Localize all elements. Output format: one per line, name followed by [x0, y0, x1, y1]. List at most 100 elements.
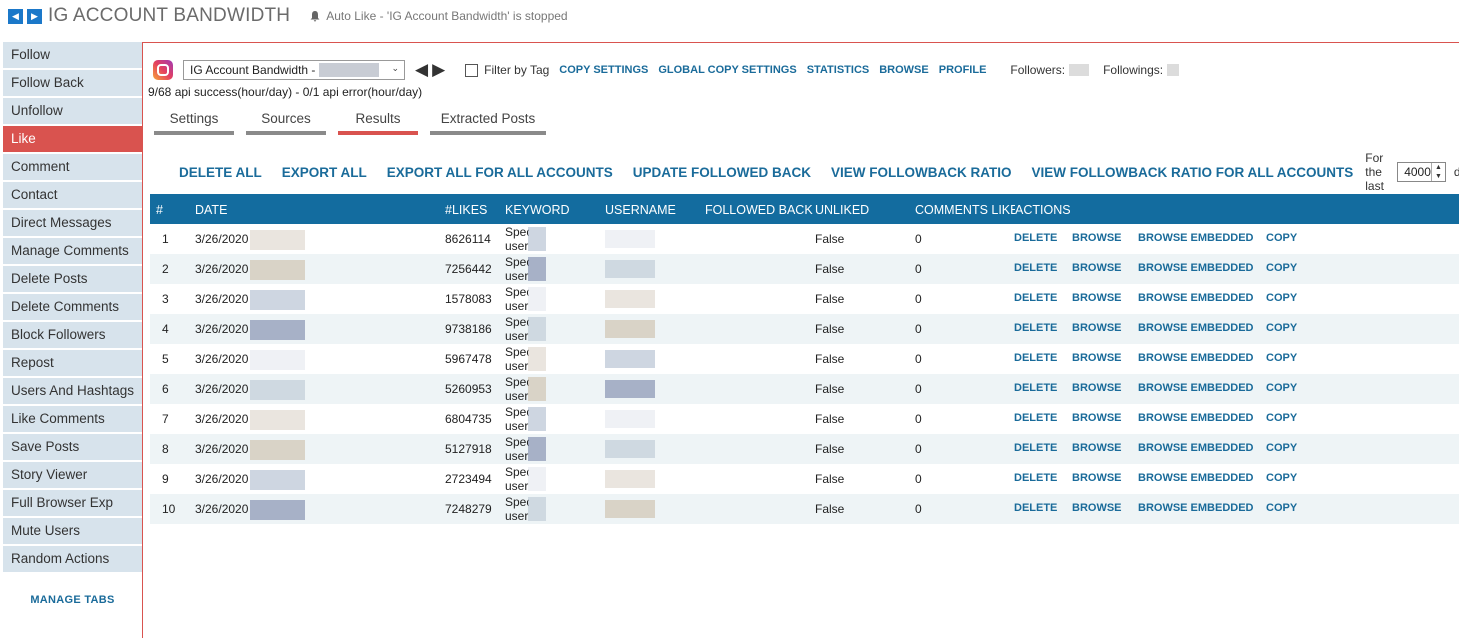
- sidebar-item-block-followers[interactable]: Block Followers: [3, 322, 142, 348]
- row-browse-embedded-link[interactable]: BROWSE EMBEDDED: [1138, 502, 1254, 514]
- sidebar-item-unfollow[interactable]: Unfollow: [3, 98, 142, 124]
- sidebar-item-delete-comments[interactable]: Delete Comments: [3, 294, 142, 320]
- sidebar-item-full-browser-exp[interactable]: Full Browser Exp: [3, 490, 142, 516]
- row-browse-link[interactable]: BROWSE: [1072, 382, 1122, 394]
- row-copy-link[interactable]: COPY: [1266, 412, 1297, 424]
- stepper-arrows-icon[interactable]: ▲ ▼: [1430, 163, 1445, 181]
- row-browse-embedded-link[interactable]: BROWSE EMBEDDED: [1138, 292, 1254, 304]
- statistics-link[interactable]: STATISTICS: [807, 64, 870, 76]
- forward-arrow-icon[interactable]: ▶: [27, 8, 42, 24]
- sidebar-item-delete-posts[interactable]: Delete Posts: [3, 266, 142, 292]
- table-row[interactable]: 6 3/26/2020 5260953 False 0 Spec user DELETE BR…: [150, 374, 1459, 404]
- col-comments-like[interactable]: COMMENTS LIKE: [915, 203, 1015, 217]
- sidebar-item-mute-users[interactable]: Mute Users: [3, 518, 142, 544]
- manage-tabs-link[interactable]: MANAGE TABS: [3, 594, 142, 606]
- profile-link[interactable]: PROFILE: [939, 64, 987, 76]
- days-stepper[interactable]: 4000 ▲ ▼: [1397, 162, 1446, 182]
- row-browse-link[interactable]: BROWSE: [1072, 472, 1122, 484]
- row-browse-link[interactable]: BROWSE: [1072, 262, 1122, 274]
- row-delete-link[interactable]: DELETE: [1014, 382, 1057, 394]
- row-browse-link[interactable]: BROWSE: [1072, 442, 1122, 454]
- row-delete-link[interactable]: DELETE: [1014, 262, 1057, 274]
- sidebar-item-follow-back[interactable]: Follow Back: [3, 70, 142, 96]
- row-delete-link[interactable]: DELETE: [1014, 412, 1057, 424]
- row-delete-link[interactable]: DELETE: [1014, 442, 1057, 454]
- sidebar-item-manage-comments[interactable]: Manage Comments: [3, 238, 142, 264]
- row-browse-embedded-link[interactable]: BROWSE EMBEDDED: [1138, 352, 1254, 364]
- table-row[interactable]: 3 3/26/2020 1578083 False 0 Spec user DELETE BR…: [150, 284, 1459, 314]
- sidebar-item-follow[interactable]: Follow: [3, 42, 142, 68]
- sidebar-item-direct-messages[interactable]: Direct Messages: [3, 210, 142, 236]
- row-copy-link[interactable]: COPY: [1266, 292, 1297, 304]
- tab-results[interactable]: Results: [338, 111, 418, 135]
- col-keyword[interactable]: KEYWORD: [505, 203, 570, 217]
- sidebar-item-users-and-hashtags[interactable]: Users And Hashtags: [3, 378, 142, 404]
- row-delete-link[interactable]: DELETE: [1014, 292, 1057, 304]
- row-copy-link[interactable]: COPY: [1266, 502, 1297, 514]
- table-row[interactable]: 7 3/26/2020 6804735 False 0 Spec user DELETE BR…: [150, 404, 1459, 434]
- row-copy-link[interactable]: COPY: [1266, 442, 1297, 454]
- tab-sources[interactable]: Sources: [246, 111, 326, 135]
- sidebar-item-repost[interactable]: Repost: [3, 350, 142, 376]
- row-browse-embedded-link[interactable]: BROWSE EMBEDDED: [1138, 442, 1254, 454]
- export-all-button[interactable]: EXPORT ALL: [282, 165, 367, 180]
- row-delete-link[interactable]: DELETE: [1014, 472, 1057, 484]
- row-copy-link[interactable]: COPY: [1266, 472, 1297, 484]
- col-likes[interactable]: #LIKES: [445, 203, 487, 217]
- sidebar-item-contact[interactable]: Contact: [3, 182, 142, 208]
- row-browse-embedded-link[interactable]: BROWSE EMBEDDED: [1138, 412, 1254, 424]
- table-row[interactable]: 10 3/26/2020 7248279 False 0 Spec user DELETE B…: [150, 494, 1459, 524]
- delete-all-button[interactable]: DELETE ALL: [179, 165, 262, 180]
- row-browse-link[interactable]: BROWSE: [1072, 232, 1122, 244]
- sidebar-item-comment[interactable]: Comment: [3, 154, 142, 180]
- row-delete-link[interactable]: DELETE: [1014, 322, 1057, 334]
- row-copy-link[interactable]: COPY: [1266, 232, 1297, 244]
- filter-by-tag-checkbox[interactable]: [465, 63, 479, 77]
- browse-link[interactable]: BROWSE: [879, 64, 929, 76]
- col-username[interactable]: USERNAME: [605, 203, 676, 217]
- table-row[interactable]: 5 3/26/2020 5967478 False 0 Spec user DELETE BR…: [150, 344, 1459, 374]
- view-followback-ratio-all-button[interactable]: VIEW FOLLOWBACK RATIO FOR ALL ACCOUNTS: [1032, 165, 1354, 180]
- back-arrow-icon[interactable]: ◀: [8, 8, 23, 24]
- col-unliked[interactable]: UNLIKED: [815, 203, 869, 217]
- table-row[interactable]: 4 3/26/2020 9738186 False 0 Spec user DELETE BR…: [150, 314, 1459, 344]
- row-copy-link[interactable]: COPY: [1266, 322, 1297, 334]
- update-followed-back-button[interactable]: UPDATE FOLLOWED BACK: [633, 165, 811, 180]
- account-select[interactable]: IG Account Bandwidth - ⌄: [183, 60, 405, 80]
- export-all-accounts-button[interactable]: EXPORT ALL FOR ALL ACCOUNTS: [387, 165, 613, 180]
- sidebar-item-like-comments[interactable]: Like Comments: [3, 406, 142, 432]
- col-followed-back[interactable]: FOLLOWED BACK: [705, 203, 813, 217]
- table-row[interactable]: 2 3/26/2020 7256442 False 0 Spec user DELETE BR…: [150, 254, 1459, 284]
- row-browse-link[interactable]: BROWSE: [1072, 322, 1122, 334]
- global-copy-settings-link[interactable]: GLOBAL COPY SETTINGS: [658, 64, 796, 76]
- row-delete-link[interactable]: DELETE: [1014, 232, 1057, 244]
- previous-account-icon[interactable]: ◀: [415, 60, 428, 80]
- view-followback-ratio-button[interactable]: VIEW FOLLOWBACK RATIO: [831, 165, 1011, 180]
- row-copy-link[interactable]: COPY: [1266, 352, 1297, 364]
- col-actions[interactable]: ACTIONS: [1015, 203, 1071, 217]
- row-delete-link[interactable]: DELETE: [1014, 352, 1057, 364]
- row-browse-link[interactable]: BROWSE: [1072, 292, 1122, 304]
- copy-settings-link[interactable]: COPY SETTINGS: [559, 64, 648, 76]
- next-account-icon[interactable]: ▶: [432, 60, 445, 80]
- sidebar-item-story-viewer[interactable]: Story Viewer: [3, 462, 142, 488]
- col-number[interactable]: #: [156, 203, 163, 217]
- row-copy-link[interactable]: COPY: [1266, 382, 1297, 394]
- row-browse-link[interactable]: BROWSE: [1072, 502, 1122, 514]
- row-browse-embedded-link[interactable]: BROWSE EMBEDDED: [1138, 262, 1254, 274]
- row-copy-link[interactable]: COPY: [1266, 262, 1297, 274]
- col-date[interactable]: DATE: [195, 203, 227, 217]
- tab-extracted-posts[interactable]: Extracted Posts: [430, 111, 546, 135]
- row-delete-link[interactable]: DELETE: [1014, 502, 1057, 514]
- table-row[interactable]: 9 3/26/2020 2723494 False 0 Spec user DELETE BR…: [150, 464, 1459, 494]
- table-row[interactable]: 8 3/26/2020 5127918 False 0 Spec user DELETE BR…: [150, 434, 1459, 464]
- row-browse-link[interactable]: BROWSE: [1072, 412, 1122, 424]
- row-browse-embedded-link[interactable]: BROWSE EMBEDDED: [1138, 472, 1254, 484]
- row-browse-embedded-link[interactable]: BROWSE EMBEDDED: [1138, 322, 1254, 334]
- sidebar-item-save-posts[interactable]: Save Posts: [3, 434, 142, 460]
- row-browse-link[interactable]: BROWSE: [1072, 352, 1122, 364]
- sidebar-item-random-actions[interactable]: Random Actions: [3, 546, 142, 572]
- row-browse-embedded-link[interactable]: BROWSE EMBEDDED: [1138, 232, 1254, 244]
- sidebar-item-like[interactable]: Like: [3, 126, 142, 152]
- table-row[interactable]: 1 3/26/2020 8626114 False 0 Spec user DELETE BR…: [150, 224, 1459, 254]
